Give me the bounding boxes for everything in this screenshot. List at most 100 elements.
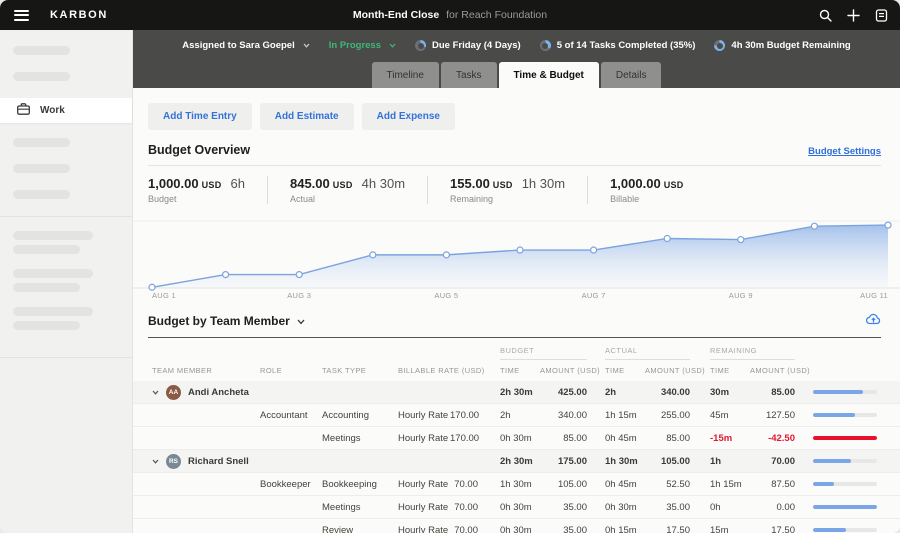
status-metric[interactable]: 4h 30m Budget Remaining (714, 40, 850, 51)
budget-time-cell: 0h 30m (500, 525, 540, 533)
task-row[interactable]: MeetingsHourly Rate170.000h 30m85.000h 4… (133, 427, 900, 450)
status-metric[interactable]: Due Friday (4 Days) (415, 40, 521, 51)
sidebar-item-work[interactable]: Work (0, 98, 132, 123)
chart-data-point[interactable] (738, 237, 744, 243)
col-actual-time: TIME (605, 366, 645, 375)
role-cell: Accountant (260, 410, 322, 421)
x-axis-tick-label: AUG 1 (152, 291, 176, 300)
sidebar-skeleton-item (13, 190, 70, 199)
stat-currency: USD (493, 180, 513, 190)
budget-burnup-chart: AUG 1AUG 3AUG 5AUG 7AUG 9AUG 11 (133, 208, 900, 300)
chart-data-point[interactable] (811, 223, 817, 229)
sidebar-item-work-label: Work (40, 105, 65, 116)
remaining-time-cell: 15m (710, 525, 750, 533)
member-cell: RSRichard Snell (152, 454, 260, 469)
sidebar-divider (0, 357, 132, 358)
time-and-budget-panel: Add Time Entry Add Estimate Add Expense Bu… (133, 88, 900, 533)
task-row[interactable]: BookkeeperBookkeepingHourly Rate70.001h … (133, 473, 900, 496)
chart-data-point[interactable] (296, 272, 302, 278)
col-task-type: TASK TYPE (322, 366, 398, 375)
remaining-amount-cell: 0.00 (750, 502, 795, 513)
col-team-member: TEAM MEMBER (152, 366, 260, 375)
task-row[interactable]: ReviewHourly Rate70.000h 30m35.000h 15m1… (133, 519, 900, 533)
remaining-time-cell: 0h (710, 502, 750, 513)
col-role: ROLE (260, 366, 322, 375)
tab-details[interactable]: Details (601, 62, 662, 88)
chevron-down-icon (389, 40, 396, 51)
x-axis-tick-label: AUG 7 (582, 291, 606, 300)
tab-timeline[interactable]: Timeline (372, 62, 439, 88)
action-buttons: Add Time Entry Add Estimate Add Expense (133, 88, 900, 130)
chevron-down-icon[interactable] (152, 387, 159, 398)
col-budget-amount: AMOUNT (USD) (540, 366, 587, 375)
chart-data-point[interactable] (443, 252, 449, 258)
karbon-logo: KARBON (50, 9, 108, 21)
actual-amount-cell: 17.50 (645, 525, 690, 533)
chart-data-point[interactable] (885, 222, 891, 228)
team-member-row[interactable]: AAAndi Ancheta2h 30m425.002h340.0030m85.… (133, 381, 900, 404)
status-metric[interactable]: 5 of 14 Tasks Completed (35%) (540, 40, 696, 51)
status-row: Assigned to Sara Goepel In Progress Due … (133, 30, 900, 61)
chart-data-point[interactable] (517, 247, 523, 253)
budget-amount-cell: 105.00 (540, 479, 587, 490)
sidebar-skeleton-item (13, 72, 70, 81)
stat-amount: 1,000.00 (610, 176, 661, 191)
chart-data-point[interactable] (591, 247, 597, 253)
budget-by-team-member-toggle[interactable]: Budget by Team Member (148, 312, 305, 330)
table-group-header-row: BUDGETACTUALREMAINING (133, 345, 900, 360)
task-row[interactable]: MeetingsHourly Rate70.000h 30m35.000h 30… (133, 496, 900, 519)
budget-amount-cell: 425.00 (540, 387, 587, 398)
remaining-time-cell: -15m (710, 433, 750, 444)
stat-label: Actual (290, 194, 405, 204)
stat-value: 1,000.00USD (610, 176, 684, 191)
budget-stat-billable: 1,000.00USD Billable (610, 176, 706, 204)
assignee-dropdown[interactable]: Assigned to Sara Goepel (182, 40, 309, 51)
notes-feed-icon[interactable] (875, 9, 888, 22)
chart-data-point[interactable] (664, 235, 670, 241)
rate-type-cell: Hourly Rate (398, 479, 450, 490)
remaining-amount-cell: 17.50 (750, 525, 795, 533)
progress-ring-icon (540, 40, 551, 51)
add-plus-icon[interactable] (847, 9, 860, 22)
task-type-cell: Review (322, 525, 398, 533)
hamburger-menu-icon[interactable] (14, 7, 29, 23)
task-type-cell: Meetings (322, 502, 398, 513)
add-estimate-button[interactable]: Add Estimate (260, 103, 354, 130)
add-expense-button[interactable]: Add Expense (362, 103, 455, 130)
budget-by-team-member-header: Budget by Team Member (148, 312, 881, 338)
chart-data-point[interactable] (223, 272, 229, 278)
stat-amount: 1,000.00 (148, 176, 199, 191)
sidebar-divider (0, 216, 132, 217)
actual-time-cell: 0h 15m (605, 525, 645, 533)
work-title-client: for Reach Foundation (446, 9, 547, 21)
chevron-down-icon[interactable] (152, 456, 159, 467)
group-header-remaining: REMAINING (710, 346, 795, 360)
actual-time-cell: 0h 30m (605, 502, 645, 513)
tab-tasks[interactable]: Tasks (441, 62, 497, 88)
status-metric-label: 4h 30m Budget Remaining (731, 40, 850, 51)
budget-settings-link[interactable]: Budget Settings (808, 146, 881, 157)
task-row[interactable]: AccountantAccountingHourly Rate170.002h3… (133, 404, 900, 427)
search-icon[interactable] (819, 9, 832, 22)
tab-time-budget[interactable]: Time & Budget (499, 62, 599, 88)
status-dropdown[interactable]: In Progress (329, 40, 396, 51)
rate-type-cell: Hourly Rate (398, 502, 450, 513)
col-remaining-amount: AMOUNT (USD) (750, 366, 795, 375)
stat-currency: USD (202, 180, 222, 190)
team-member-row[interactable]: RSRichard Snell2h 30m175.001h 30m105.001… (133, 450, 900, 473)
budget-amount-cell: 85.00 (540, 433, 587, 444)
chevron-down-icon (297, 312, 305, 330)
actual-amount-cell: 35.00 (645, 502, 690, 513)
cloud-export-icon[interactable] (866, 312, 881, 330)
chart-data-point[interactable] (370, 252, 376, 258)
progress-ring-icon (714, 40, 725, 51)
actual-amount-cell: 255.00 (645, 410, 690, 421)
stat-label: Billable (610, 194, 684, 204)
add-time-entry-button[interactable]: Add Time Entry (148, 103, 252, 130)
remaining-amount-cell: 70.00 (750, 456, 795, 467)
stat-time: 4h 30m (362, 176, 405, 191)
stat-currency: USD (664, 180, 684, 190)
actual-time-cell: 0h 45m (605, 433, 645, 444)
chart-data-point[interactable] (149, 284, 155, 290)
progress-ring-icon (415, 40, 426, 51)
